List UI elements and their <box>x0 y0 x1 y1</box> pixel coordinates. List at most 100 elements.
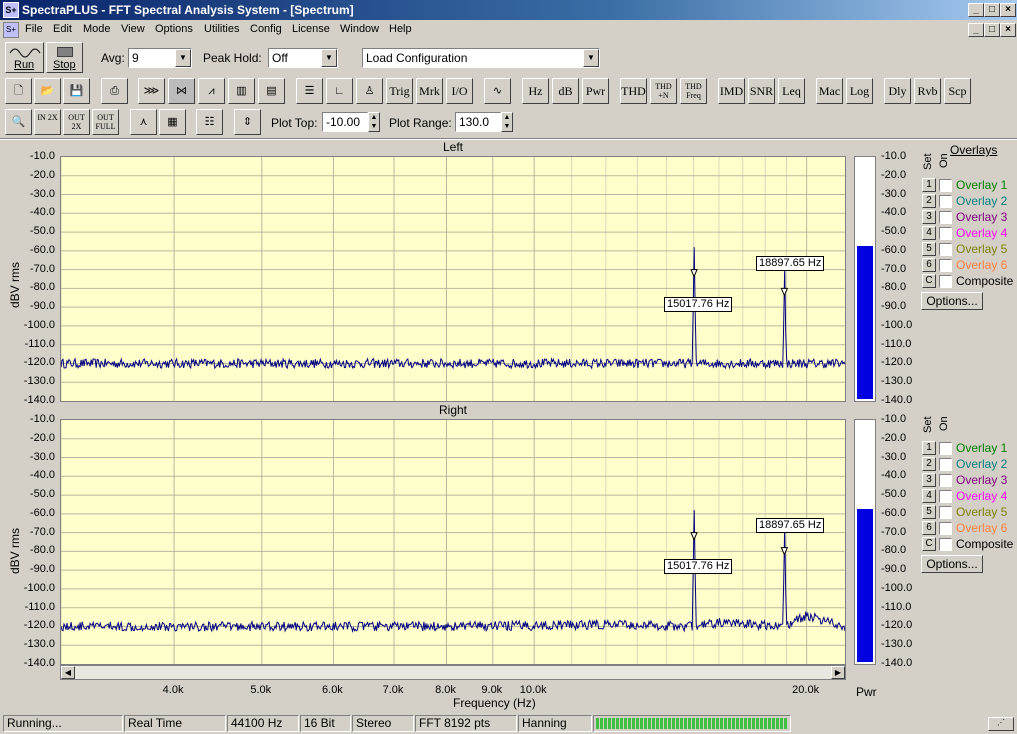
run-button[interactable]: Run <box>5 42 44 73</box>
right-overlay-set-button[interactable]: 5 <box>922 505 936 519</box>
log-button[interactable]: Log <box>846 78 873 104</box>
maximize-button[interactable]: □ <box>984 3 1000 17</box>
menu-config[interactable]: Config <box>250 23 282 35</box>
menu-mode[interactable]: Mode <box>83 23 111 35</box>
left-overlay-checkbox[interactable] <box>939 243 952 256</box>
right-overlay-checkbox[interactable] <box>939 458 952 471</box>
dly-button[interactable]: Dly <box>884 78 911 104</box>
right-marker-2[interactable]: 18897.65 Hz <box>756 518 825 533</box>
scroll-left-arrow[interactable]: ◀ <box>61 666 75 679</box>
menu-options[interactable]: Options <box>155 23 193 35</box>
menu-utilities[interactable]: Utilities <box>204 23 239 35</box>
configuration-select[interactable]: Load Configuration ▼ <box>362 48 600 68</box>
right-marker-1[interactable]: 15017.76 Hz <box>664 559 733 574</box>
io-button[interactable]: I/O <box>446 78 473 104</box>
left-marker-pointer[interactable] <box>690 269 698 278</box>
close-button[interactable]: × <box>1000 3 1016 17</box>
plot-top-spinner[interactable]: ▲ ▼ <box>368 112 380 132</box>
spectrum-mode-icon[interactable]: ⋈ <box>168 78 195 104</box>
right-options-button[interactable]: Options... <box>921 555 983 573</box>
right-overlay-checkbox[interactable] <box>939 474 952 487</box>
left-overlay-checkbox[interactable] <box>939 275 952 288</box>
menu-view[interactable]: View <box>121 23 145 35</box>
left-overlay-set-button[interactable]: 5 <box>922 242 936 256</box>
left-overlay-checkbox[interactable] <box>939 227 952 240</box>
open-folder-icon[interactable]: 📂 <box>34 78 61 104</box>
child-minimize-button[interactable]: _ <box>968 23 984 37</box>
stop-button[interactable]: Stop <box>46 42 83 73</box>
thd-freq-button[interactable]: THD Freq <box>680 78 707 104</box>
right-overlay-checkbox[interactable] <box>939 522 952 535</box>
menu-edit[interactable]: Edit <box>53 23 72 35</box>
trig-button[interactable]: Trig <box>386 78 413 104</box>
snr-button[interactable]: SNR <box>748 78 775 104</box>
leq-button[interactable]: Leq <box>778 78 805 104</box>
list-view-icon[interactable]: ☰ <box>296 78 323 104</box>
save-icon[interactable]: 💾 <box>63 78 90 104</box>
menu-window[interactable]: Window <box>340 23 379 35</box>
zoom-icon[interactable]: 🔍 <box>5 109 32 135</box>
new-file-icon[interactable]: 🗋 <box>5 78 32 104</box>
right-marker-pointer[interactable] <box>690 532 698 541</box>
menu-license[interactable]: License <box>292 23 330 35</box>
left-overlay-checkbox[interactable] <box>939 195 952 208</box>
mac-button[interactable]: Mac <box>816 78 843 104</box>
right-overlay-checkbox[interactable] <box>939 490 952 503</box>
plot-range-spinner[interactable]: ▲ ▼ <box>501 112 513 132</box>
child-close-button[interactable]: × <box>1000 23 1016 37</box>
left-overlay-checkbox[interactable] <box>939 259 952 272</box>
left-overlay-checkbox[interactable] <box>939 179 952 192</box>
left-overlay-set-button[interactable]: 4 <box>922 226 936 240</box>
peak-icon[interactable]: ⋏ <box>130 109 157 135</box>
right-overlay-set-button[interactable]: 2 <box>922 457 936 471</box>
zoom-in-button[interactable]: IN 2X <box>34 109 61 135</box>
hz-button[interactable]: Hz <box>522 78 549 104</box>
right-overlay-checkbox[interactable] <box>939 538 952 551</box>
minimize-button[interactable]: _ <box>968 3 984 17</box>
time-series-icon[interactable]: ⩘ <box>198 78 225 104</box>
zoom-full-button[interactable]: OUT FULL <box>92 109 119 135</box>
zoom-out-button[interactable]: OUT 2X <box>63 109 90 135</box>
axis-icon[interactable]: ∟ <box>326 78 353 104</box>
left-overlay-checkbox[interactable] <box>939 211 952 224</box>
bar-chart-icon[interactable]: ▦ <box>159 109 186 135</box>
spectrogram-icon[interactable]: ▥ <box>228 78 255 104</box>
menu-help[interactable]: Help <box>389 23 412 35</box>
right-overlay-set-button[interactable]: 6 <box>922 521 936 535</box>
imd-button[interactable]: IMD <box>718 78 745 104</box>
left-overlay-set-button[interactable]: 1 <box>922 178 936 192</box>
scroll-right-arrow[interactable]: ▶ <box>831 666 845 679</box>
filter-icon[interactable]: ⋙ <box>138 78 165 104</box>
peak-hold-select[interactable]: Off ▼ <box>268 48 338 68</box>
right-spectrum-plot[interactable] <box>60 419 846 665</box>
right-overlay-set-button[interactable]: C <box>922 537 936 551</box>
generator-icon[interactable]: ∿ <box>484 78 511 104</box>
resize-grip[interactable]: ⋰ <box>988 717 1014 731</box>
right-overlay-set-button[interactable]: 4 <box>922 489 936 503</box>
print-icon[interactable]: ⎙ <box>101 78 128 104</box>
thd-n-button[interactable]: THD +N <box>650 78 677 104</box>
left-overlay-set-button[interactable]: 3 <box>922 210 936 224</box>
right-overlay-checkbox[interactable] <box>939 442 952 455</box>
db-button[interactable]: dB <box>552 78 579 104</box>
left-overlay-set-button[interactable]: 6 <box>922 258 936 272</box>
document-icon[interactable]: S+ <box>3 22 19 38</box>
left-overlay-set-button[interactable]: 2 <box>922 194 936 208</box>
avg-select[interactable]: 9 ▼ <box>128 48 192 68</box>
table-icon[interactable]: ☷ <box>196 109 223 135</box>
signal-generator-icon[interactable]: ♙ <box>356 78 383 104</box>
plot-range-input[interactable]: 130.0 <box>455 112 501 132</box>
vertical-scale-icon[interactable]: ⇕ <box>234 109 261 135</box>
child-restore-button[interactable]: □ <box>984 23 1000 37</box>
rvb-button[interactable]: Rvb <box>914 78 941 104</box>
right-overlay-checkbox[interactable] <box>939 506 952 519</box>
app-icon[interactable]: S+ <box>3 2 19 18</box>
menu-file[interactable]: File <box>25 23 43 35</box>
right-overlay-set-button[interactable]: 1 <box>922 441 936 455</box>
left-marker-1[interactable]: 15017.76 Hz <box>664 297 733 312</box>
left-options-button[interactable]: Options... <box>921 292 983 310</box>
scp-button[interactable]: Scp <box>944 78 971 104</box>
left-overlay-set-button[interactable]: C <box>922 274 936 288</box>
right-overlay-set-button[interactable]: 3 <box>922 473 936 487</box>
frequency-scrollbar[interactable]: ◀ ▶ <box>60 665 846 680</box>
